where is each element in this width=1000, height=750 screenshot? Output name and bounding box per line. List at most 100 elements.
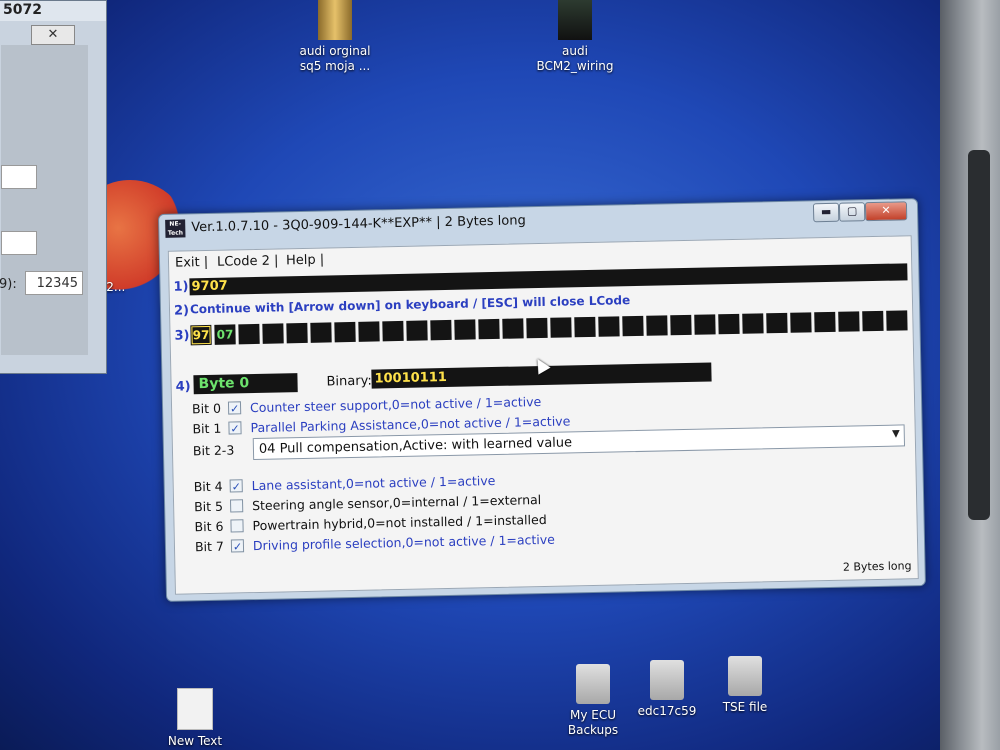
byte-cell[interactable] [478, 318, 500, 340]
byte-cell[interactable] [790, 312, 812, 333]
bit-description: Counter steer support,0=not active / 1=a… [249, 394, 542, 416]
icon-label: edc17c59 [637, 704, 697, 718]
close-button[interactable]: ✕ [864, 201, 908, 222]
byte-cell[interactable]: 07 [214, 324, 236, 345]
background-window-close-button[interactable]: ✕ [31, 25, 75, 45]
byte-cell[interactable] [718, 313, 740, 335]
byte-cell[interactable] [286, 322, 308, 344]
text-file-icon [177, 688, 213, 730]
image-file-icon [558, 0, 592, 40]
desktop-icon-tse-file[interactable]: TSE file [690, 656, 800, 715]
byte-cell[interactable] [886, 310, 908, 331]
background-field-label: 9): [0, 277, 17, 292]
menu-help[interactable]: Help | [286, 253, 324, 269]
background-window-titlebar: 5072 [0, 1, 106, 21]
byte-cell[interactable] [670, 314, 692, 336]
folder-icon [576, 664, 610, 704]
icon-label: BCM2_wiring [536, 59, 614, 73]
window-titlebar[interactable]: NE-Tech Ver.1.0.7.10 - 3Q0-909-144-K**EX… [159, 199, 917, 243]
byte-cell[interactable] [574, 316, 596, 338]
bit-label: Bit 1 [192, 420, 222, 437]
byte-cell[interactable] [430, 319, 452, 341]
monitor-bezel [940, 0, 1000, 750]
background-field-1[interactable] [1, 165, 37, 189]
bit-label: Bit 0 [191, 400, 222, 417]
desktop-icon-new-text[interactable]: New Text [140, 688, 250, 749]
bezel-slot [968, 150, 990, 520]
byte-cell[interactable] [622, 315, 644, 337]
desktop-icon-audi-orginal[interactable]: audi orginal sq5 moja ... [280, 0, 390, 74]
folder-icon [650, 660, 684, 700]
background-field-2[interactable] [1, 231, 37, 255]
bit1-checkbox[interactable]: ✓ [228, 421, 242, 436]
bit-label: Bit 6 [194, 518, 224, 535]
lcode-window[interactable]: NE-Tech Ver.1.0.7.10 - 3Q0-909-144-K**EX… [158, 198, 926, 602]
bit-description: Powertrain hybrid,0=not installed / 1=in… [252, 511, 547, 534]
bit7-checkbox[interactable]: ✓ [230, 539, 245, 554]
byte-cell[interactable] [334, 321, 356, 343]
byte-cell[interactable] [742, 313, 764, 334]
byte-cell[interactable] [862, 310, 884, 332]
bit6-checkbox[interactable] [230, 519, 244, 533]
byte-cell[interactable] [262, 323, 284, 344]
bit-description: Driving profile selection,0=not active /… [252, 531, 556, 554]
desktop-icon-audi-bcm2[interactable]: audi BCM2_wiring [520, 0, 630, 74]
bit-description: Lane assistant,0=not active / 1=active [251, 472, 496, 494]
maximize-button[interactable]: ▢ [838, 202, 866, 222]
background-value-field[interactable]: 12345 [25, 271, 83, 295]
row-number-4: 4) [175, 379, 191, 395]
app-logo-icon: NE-Tech [165, 219, 186, 238]
row-number-2: 2) [173, 303, 190, 319]
zip-folder-icon [318, 0, 352, 40]
icon-label: audi orginal [299, 44, 371, 58]
row-number-3: 3) [174, 328, 190, 344]
background-window[interactable]: 5072 ✕ 9): 12345 [0, 0, 107, 374]
background-window-body: 9): 12345 [0, 45, 88, 355]
byte-cell[interactable] [310, 322, 332, 343]
menu-lcode2[interactable]: LCode 2 | [217, 253, 279, 269]
menu-exit[interactable]: Exit | [175, 255, 208, 271]
byte-cell[interactable] [358, 321, 380, 342]
minimize-button[interactable]: ▬ [812, 202, 840, 223]
bit-label: Bit 5 [193, 498, 224, 515]
byte-cell[interactable] [454, 319, 476, 340]
byte-cell[interactable] [502, 318, 524, 339]
byte-cell[interactable] [382, 320, 404, 342]
binary-label: Binary: [326, 373, 372, 390]
byte-cell[interactable] [838, 311, 860, 332]
chevron-down-icon[interactable]: ▼ [892, 429, 900, 440]
status-bar-text: 2 Bytes long [842, 559, 912, 574]
byte-cell[interactable] [238, 323, 260, 345]
bit0-checkbox[interactable]: ✓ [227, 401, 242, 416]
icon-label: sq5 moja ... [299, 59, 371, 73]
bit-label: Bit 2-3 [192, 442, 235, 459]
byte-cell-strip: 97 07 [190, 310, 910, 347]
instruction-text: Continue with [Arrow down] on keyboard /… [189, 293, 631, 317]
bit5-checkbox[interactable] [229, 499, 244, 513]
icon-label: My ECU [569, 708, 616, 722]
byte-cell[interactable] [694, 314, 716, 335]
window-title: Ver.1.0.7.10 - 3Q0-909-144-K**EXP** | 2 … [191, 213, 526, 236]
row-number-1: 1) [173, 279, 189, 295]
byte-cell[interactable] [598, 316, 620, 337]
window-client-area: Exit | LCode 2 | Help | 1) 9707 2) Conti… [167, 235, 919, 595]
dropdown-selected-value: 04 Pull compensation,Active: with learne… [258, 435, 573, 457]
icon-label: New Text [167, 734, 223, 748]
byte-cell[interactable] [406, 320, 428, 341]
byte-label-box: Byte 0 [193, 373, 298, 395]
byte-cell[interactable]: 97 [190, 324, 212, 346]
desktop: audi orginal sq5 moja ... audi BCM2_wiri… [0, 0, 955, 750]
bit-description: Steering angle sensor,0=internal / 1=ext… [251, 492, 542, 514]
byte-cell[interactable] [550, 317, 572, 338]
bit-label: Bit 7 [194, 538, 225, 555]
byte-cell[interactable] [646, 315, 668, 336]
bit4-checkbox[interactable]: ✓ [229, 479, 243, 494]
icon-label: TSE file [722, 700, 768, 714]
background-window-number: 5072 [3, 2, 42, 18]
byte-cell[interactable] [814, 311, 836, 333]
icon-label: Backups [567, 723, 619, 737]
byte-cell[interactable] [766, 312, 788, 334]
bit-label: Bit 4 [193, 478, 223, 495]
folder-icon [728, 656, 762, 696]
byte-cell[interactable] [526, 317, 548, 339]
